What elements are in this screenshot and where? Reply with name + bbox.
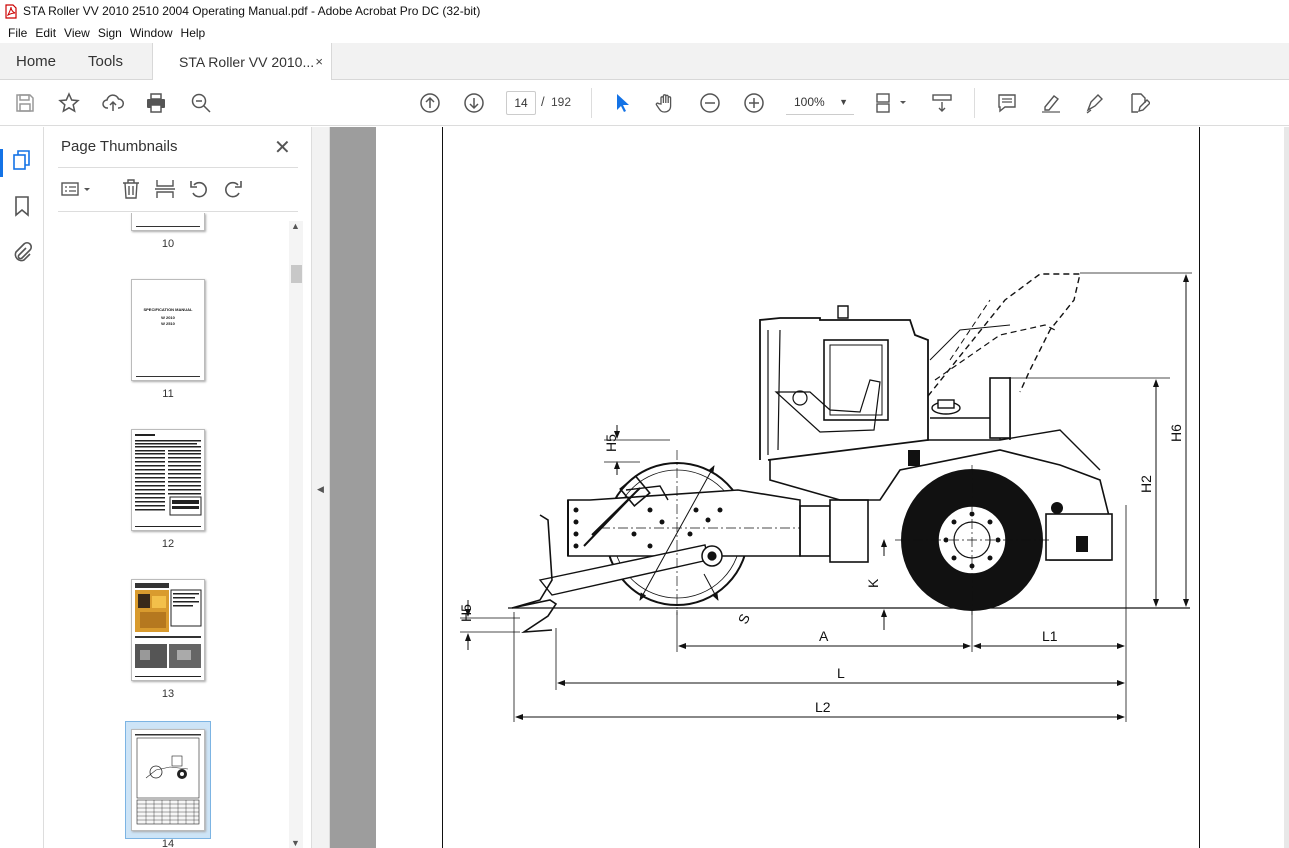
document-scrollbar[interactable] [1284, 127, 1289, 848]
page-total: 192 [551, 95, 572, 109]
pdf-page: H5 H5 H6 H2 K S A L1 L L2 [376, 127, 1286, 848]
insert-page-icon[interactable] [154, 177, 176, 201]
page-separator: / [541, 94, 545, 109]
scrollbar-thumb[interactable] [291, 265, 302, 283]
thumbnail-label: 13 [161, 688, 175, 700]
menu-sign[interactable]: Sign [94, 26, 126, 40]
dim-label-k: K [865, 578, 881, 588]
menu-file[interactable]: File [4, 26, 31, 40]
select-pointer-icon[interactable] [610, 91, 634, 115]
previous-page-icon[interactable] [418, 91, 442, 115]
page-thumbnails-panel: Page Thumbnails ✕ 10 SPECIFICATION MANUA… [44, 127, 312, 848]
left-navigation-rail [0, 127, 44, 848]
rotate-clockwise-icon[interactable] [222, 177, 244, 201]
toolbar-divider [974, 88, 975, 118]
upload-cloud-icon[interactable] [101, 91, 125, 115]
menu-window[interactable]: Window [126, 26, 177, 40]
thumbnail-label: 14 [161, 838, 175, 848]
panel-title: Page Thumbnails [61, 138, 178, 155]
highlight-pen-icon[interactable] [1039, 91, 1063, 115]
menu-edit[interactable]: Edit [31, 26, 60, 40]
tab-document-label: STA Roller VV 2010... [179, 54, 315, 70]
panel-divider [58, 167, 298, 168]
scroll-up-icon[interactable]: ▲ [291, 221, 300, 231]
dim-label-h5-bottom: H5 [458, 604, 474, 622]
page-layout-icon[interactable] [874, 91, 910, 115]
page-thumbnails-icon[interactable] [11, 149, 33, 171]
edit-pdf-icon[interactable] [1127, 91, 1151, 115]
bookmark-icon[interactable] [11, 195, 33, 217]
dim-label-h6: H6 [1168, 424, 1184, 442]
rotate-counterclockwise-icon[interactable] [188, 177, 210, 201]
zoom-level-value: 100% [794, 95, 825, 109]
menu-help[interactable]: Help [177, 26, 210, 40]
panel-divider [58, 211, 298, 212]
delete-page-icon[interactable] [120, 177, 142, 201]
thumbnail-page-14[interactable] [131, 729, 205, 831]
dim-label-l: L [837, 665, 845, 681]
dim-label-s: S [735, 611, 753, 626]
dim-label-h5-top: H5 [603, 434, 619, 452]
next-page-icon[interactable] [462, 91, 486, 115]
acrobat-pdf-icon [5, 3, 17, 19]
dim-label-h2: H2 [1138, 475, 1154, 493]
toolbar-divider [591, 88, 592, 118]
thumb-sub: W 2510 [161, 321, 175, 326]
close-panel-button[interactable]: ✕ [274, 135, 291, 160]
roller-dimension-drawing: H5 H5 H6 H2 K S A L1 L L2 [458, 272, 1192, 722]
zoom-level-select[interactable]: 100% ▼ [786, 91, 854, 115]
thumbnail-options-icon[interactable] [60, 177, 94, 201]
tab-close-button[interactable]: × [315, 54, 323, 69]
chevron-left-icon[interactable]: ◀ [317, 484, 324, 495]
tab-home[interactable]: Home [16, 43, 56, 80]
panel-collapse-handle[interactable]: ◀ [312, 127, 330, 848]
star-icon[interactable] [57, 91, 81, 115]
zoom-out-icon[interactable] [698, 91, 722, 115]
thumbnail-label: 11 [162, 388, 174, 400]
thumb-heading: SPECIFICATION MANUAL [143, 307, 193, 312]
thumb-drawing [135, 734, 201, 825]
thumbnail-list[interactable]: 10 SPECIFICATION MANUAL W 2010 W 2510 11 [58, 213, 290, 848]
thumbnail-page-11[interactable]: SPECIFICATION MANUAL W 2010 W 2510 [131, 279, 205, 381]
print-icon[interactable] [144, 91, 168, 115]
scroll-down-icon[interactable]: ▼ [291, 838, 300, 848]
tab-document[interactable]: STA Roller VV 2010... × [152, 43, 332, 81]
title-bar: STA Roller VV 2010 2510 2004 Operating M… [0, 0, 1289, 22]
menu-bar: File Edit View Sign Window Help [0, 22, 1289, 43]
tab-bar: Home Tools STA Roller VV 2010... × [0, 43, 1289, 81]
document-viewer[interactable]: H5 H5 H6 H2 K S A L1 L L2 [330, 127, 1289, 848]
attachment-paperclip-icon[interactable] [11, 241, 33, 263]
hand-tool-icon[interactable] [654, 91, 678, 115]
scroll-mode-icon[interactable] [930, 91, 954, 115]
chevron-down-icon: ▼ [839, 97, 848, 107]
thumb-photos [135, 583, 202, 677]
dim-label-l2: L2 [815, 699, 831, 715]
thumbnail-page-13[interactable] [131, 579, 205, 681]
dim-label-a: A [819, 628, 829, 644]
window-title: STA Roller VV 2010 2510 2004 Operating M… [23, 4, 481, 18]
save-icon[interactable] [13, 91, 37, 115]
rail-selection-indicator [0, 149, 3, 177]
menu-view[interactable]: View [60, 26, 94, 40]
zoom-in-icon[interactable] [742, 91, 766, 115]
thumbnail-scrollbar[interactable]: ▲ ▼ [289, 221, 303, 848]
dim-label-l1: L1 [1042, 628, 1058, 644]
thumbnail-page-10[interactable] [131, 213, 205, 231]
thumbnail-label: 10 [161, 238, 175, 250]
zoom-search-icon[interactable] [189, 91, 213, 115]
tab-tools[interactable]: Tools [88, 43, 123, 80]
thumbnail-label: 12 [161, 538, 175, 550]
thumb-text-lines [135, 434, 202, 527]
thumbnail-page-12[interactable] [131, 429, 205, 531]
draw-pen-icon[interactable] [1083, 91, 1107, 115]
comment-icon[interactable] [995, 91, 1019, 115]
thumb-sub: W 2010 [161, 315, 175, 320]
page-number-input[interactable]: 14 [506, 91, 536, 115]
main-toolbar: 14 / 192 100% ▼ [0, 80, 1289, 126]
